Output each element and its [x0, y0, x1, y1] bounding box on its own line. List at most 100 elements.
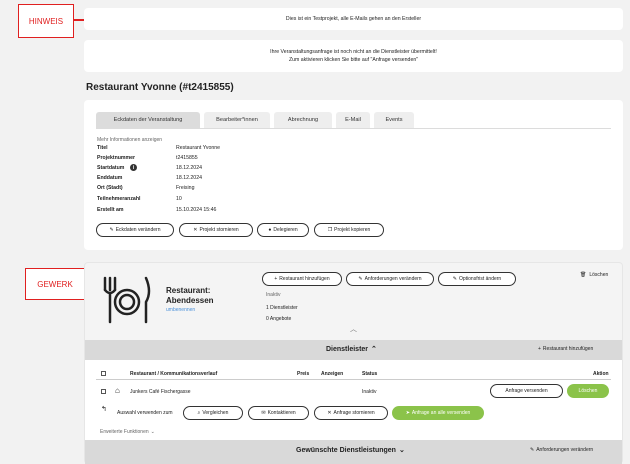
- plus-icon: +: [274, 276, 278, 282]
- user-icon: ●: [268, 227, 272, 233]
- detail-value: t2415855: [176, 155, 198, 161]
- detail-value: 18.12.2024: [176, 165, 202, 171]
- compare-label: Vergleichen: [202, 410, 229, 416]
- delete-provider-label: Löschen: [578, 388, 598, 394]
- add-restaurant-link[interactable]: + Restaurant hinzufügen: [538, 346, 593, 352]
- compare-button[interactable]: ⌕ Vergleichen: [183, 406, 243, 420]
- copy-project-label: Projekt kopieren: [334, 227, 371, 233]
- edit-details-label: Eckdaten verändern: [115, 227, 161, 233]
- not-submitted-notice: Ihre Veranstaltungsanfrage ist noch nich…: [84, 40, 623, 72]
- change-requirements-label: Anforderungen verändern: [364, 276, 422, 282]
- add-restaurant-label: Restaurant hinzufügen: [279, 276, 330, 282]
- change-deadline-button[interactable]: ✎ Optionsfrist ändern: [438, 272, 516, 286]
- detail-key: Erstellt am: [97, 207, 124, 213]
- detail-key: Startdatum: [97, 165, 125, 171]
- send-request-button[interactable]: Anfrage versenden: [490, 384, 563, 398]
- x-icon: ✕: [327, 410, 332, 416]
- detail-value: 15.10.2024 15:46: [176, 207, 217, 213]
- not-submitted-line1: Ihre Veranstaltungsanfrage ist noch nich…: [270, 49, 437, 55]
- services-header-label: Gewünschte Dienstleistungen: [296, 446, 396, 454]
- tab-bearbeiter[interactable]: Bearbeiter*innen: [204, 112, 270, 128]
- chevron-up-icon: ⌃: [371, 346, 377, 353]
- detail-key: Ort (Stadt): [97, 185, 123, 191]
- edit-details-button[interactable]: ✎ Eckdaten verändern: [96, 223, 174, 237]
- add-restaurant-link-label: Restaurant hinzufügen: [542, 346, 594, 352]
- collapse-chevron-icon[interactable]: ︿: [350, 324, 357, 334]
- more-info-link[interactable]: Mehr Informationen anzeigen: [97, 137, 162, 143]
- trash-icon: 🗑: [580, 272, 587, 278]
- providers-header[interactable]: Dienstleister ⌃: [326, 345, 377, 354]
- offers-count: 0 Angebote: [266, 316, 292, 322]
- detail-key: Teilnehmeranzahl: [97, 196, 141, 202]
- detail-value: Freising: [176, 185, 195, 191]
- x-icon: ✕: [193, 227, 198, 233]
- col-header-price: Preis: [297, 371, 310, 377]
- advanced-functions-label: Erweiterte Funktionen: [100, 429, 149, 435]
- detail-key: Projektnummer: [97, 155, 136, 161]
- send-all-label: Anfrage an alle versenden: [411, 410, 471, 416]
- delete-gewerk-button[interactable]: 🗑 Löschen: [580, 272, 608, 278]
- gewerk-status: Inaktiv: [266, 292, 281, 298]
- tab-email[interactable]: E-Mail: [336, 112, 370, 128]
- edit-requirements-label: Anforderungen verändern: [536, 447, 594, 453]
- hinweis-annotation: HINWEIS: [18, 4, 74, 38]
- col-header-show: Anzeigen: [321, 371, 344, 377]
- advanced-functions-link[interactable]: Erweiterte Funktionen ⌄: [100, 429, 155, 435]
- test-project-notice: Dies ist ein Testprojekt, alle E-Mails g…: [84, 8, 623, 30]
- delegate-button[interactable]: ● Delegieren: [257, 223, 309, 237]
- providers-header-label: Dienstleister: [326, 345, 369, 353]
- envelope-icon: ✉: [261, 410, 266, 416]
- copy-icon: ❐: [327, 227, 333, 233]
- tab-eckdaten[interactable]: Eckdaten der Veranstaltung: [96, 112, 200, 128]
- send-all-button[interactable]: ➤ Anfrage an alle versenden: [392, 406, 484, 420]
- rename-link[interactable]: umbenennen: [166, 307, 195, 313]
- not-submitted-line2: Zum aktivieren klicken Sie bitte auf "An…: [288, 57, 419, 63]
- col-header-action: Aktion: [593, 371, 609, 377]
- copy-project-button[interactable]: ❐ Projekt kopieren: [314, 223, 384, 237]
- detail-value: Restaurant Yvonne: [176, 145, 221, 151]
- add-restaurant-button[interactable]: + Restaurant hinzufügen: [262, 272, 342, 286]
- gewerk-annotation: GEWERK: [25, 268, 85, 300]
- send-icon: ➤: [405, 410, 410, 416]
- select-all-checkbox[interactable]: [101, 371, 106, 376]
- provider-name[interactable]: Junkers Café Fischergasse: [130, 389, 191, 395]
- info-icon[interactable]: i: [130, 164, 137, 171]
- pencil-icon: ✎: [530, 447, 535, 453]
- col-header-restaurant: Restaurant / Kommunikationsverlauf: [130, 371, 218, 377]
- delegate-label: Delegieren: [273, 227, 298, 233]
- cancel-request-button[interactable]: ✕ Anfrage stornieren: [314, 406, 388, 420]
- detail-key: Titel: [97, 145, 108, 151]
- detail-value: 18.12.2024: [176, 175, 202, 181]
- corner-arrow-icon: ↰: [101, 406, 107, 413]
- pencil-icon: ✎: [452, 276, 457, 282]
- row-checkbox[interactable]: [101, 389, 106, 394]
- tab-divider: [96, 128, 611, 129]
- selection-label: Auswahl verwenden zum: [117, 410, 173, 416]
- pencil-icon: ✎: [109, 227, 114, 233]
- restaurant-icon: [103, 276, 151, 324]
- cancel-request-label: Anfrage stornieren: [333, 410, 375, 416]
- send-request-label: Anfrage versenden: [505, 388, 548, 394]
- cancel-project-button[interactable]: ✕ Projekt stornieren: [179, 223, 253, 237]
- gewerk-name: Restaurant: Abendessen: [166, 286, 214, 305]
- edit-requirements-link[interactable]: ✎ Anforderungen verändern: [530, 447, 593, 453]
- change-requirements-button[interactable]: ✎ Anforderungen verändern: [346, 272, 434, 286]
- col-header-status: Status: [362, 371, 378, 377]
- services-header[interactable]: Gewünschte Dienstleistungen ⌄: [296, 446, 405, 455]
- search-icon: ⌕: [197, 410, 201, 416]
- contact-button[interactable]: ✉ Kontaktieren: [248, 406, 309, 420]
- detail-key: Enddatum: [97, 175, 123, 181]
- chevron-down-icon: ⌄: [398, 447, 405, 454]
- delete-provider-button[interactable]: Löschen: [567, 384, 609, 398]
- provider-status: Inaktiv: [362, 389, 377, 395]
- tab-events[interactable]: Events: [374, 112, 414, 128]
- tab-abrechnung[interactable]: Abrechnung: [274, 112, 332, 128]
- chevron-down-icon: ⌄: [150, 429, 155, 435]
- page-title: Restaurant Yvonne (#t2415855): [86, 82, 234, 93]
- pencil-icon: ✎: [358, 276, 363, 282]
- delete-gewerk-label: Löschen: [589, 272, 609, 278]
- plus-icon: +: [538, 346, 541, 352]
- detail-value: 10: [176, 196, 182, 202]
- cancel-project-label: Projekt stornieren: [199, 227, 239, 233]
- change-deadline-label: Optionsfrist ändern: [458, 276, 502, 282]
